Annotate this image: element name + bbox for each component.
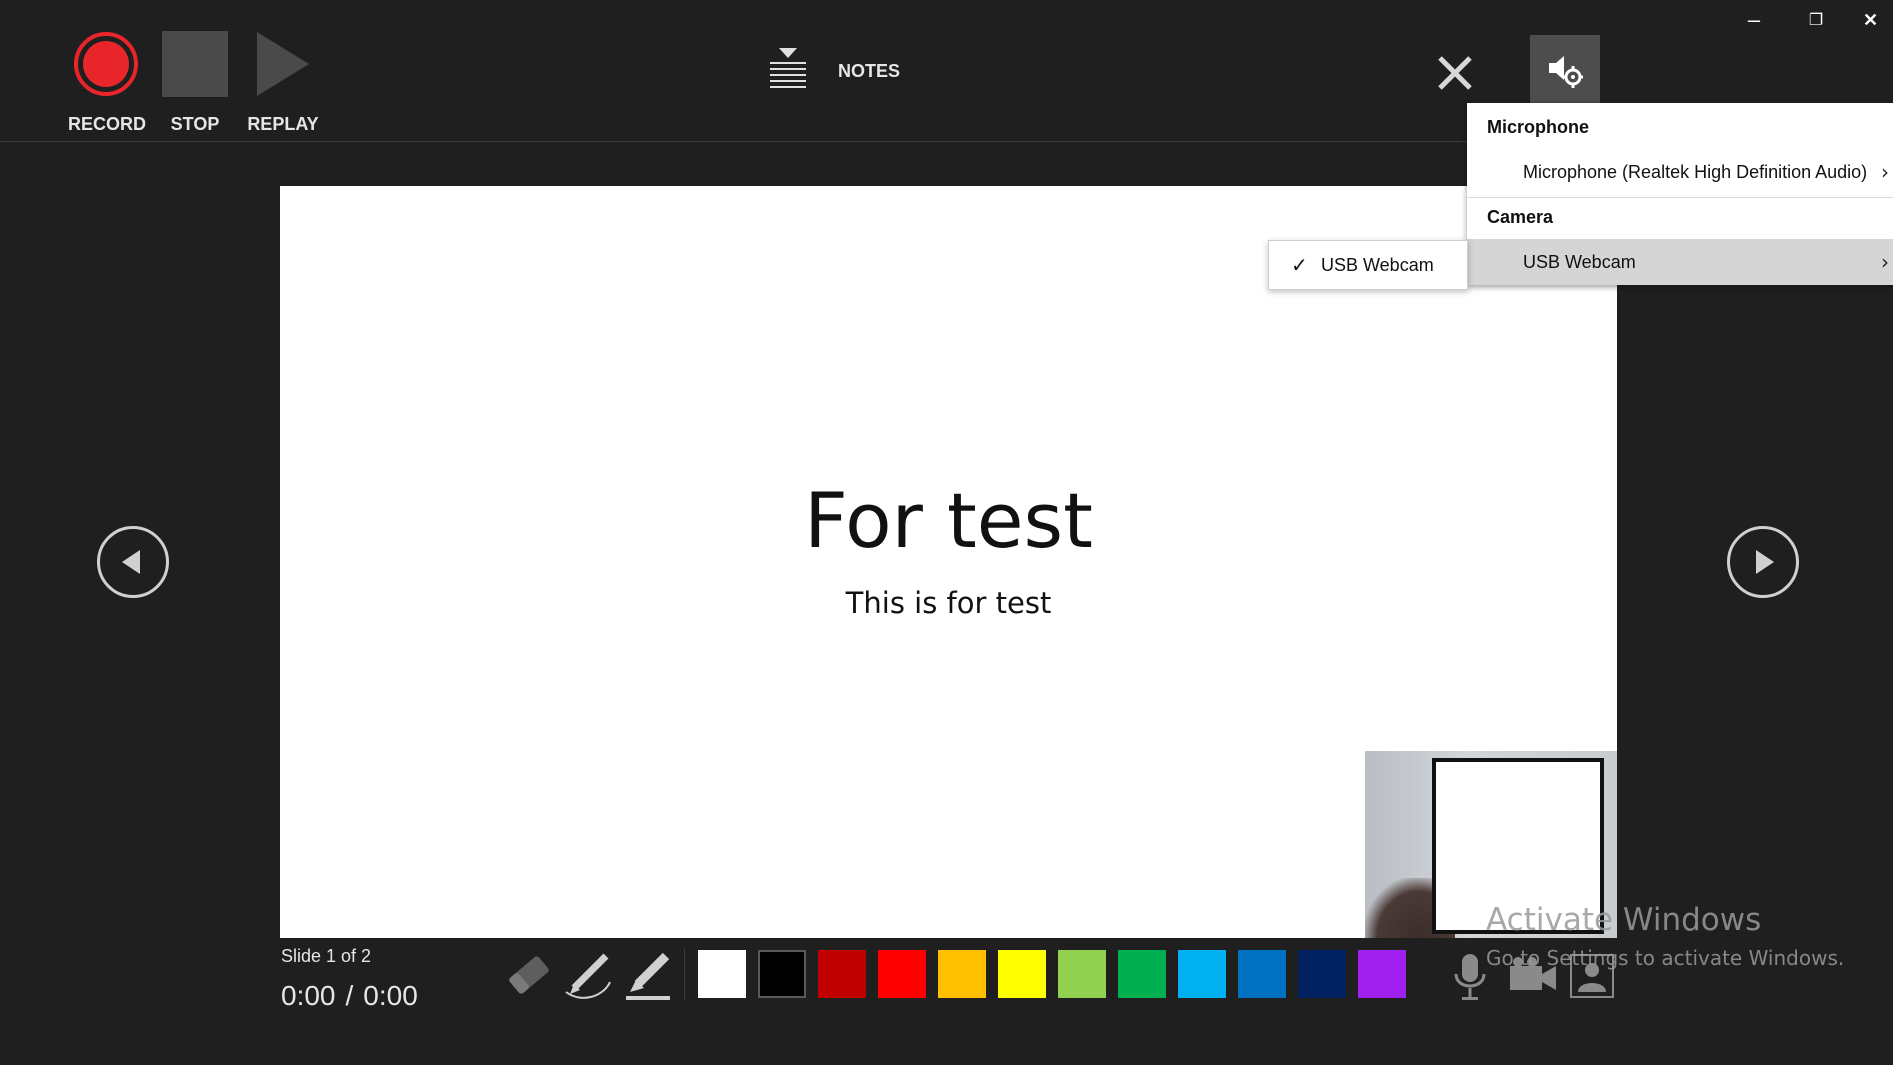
activation-watermark-subtitle: Go to Settings to activate Windows. [1486,946,1845,970]
color-swatch[interactable] [1178,950,1226,998]
camera-menu-item[interactable]: USB Webcam › [1467,239,1893,285]
minimize-button[interactable]: – [1724,0,1784,40]
microphone-toggle[interactable] [1450,952,1490,1002]
audio-settings-icon [1549,56,1583,88]
close-recording-button[interactable] [1430,48,1480,98]
record-icon [74,32,138,96]
timer: 0:00 / 0:00 [281,980,418,1012]
microphone-menu-item-label: Microphone (Realtek High Definition Audi… [1523,161,1868,182]
eraser-icon [509,956,549,994]
stop-label: STOP [170,114,220,134]
camera-submenu-label: USB Webcam [1321,254,1434,275]
replay-label: REPLAY [247,114,319,134]
microphone-menu-item[interactable]: Microphone (Realtek High Definition Audi… [1467,149,1893,195]
color-swatch[interactable] [698,950,746,998]
activation-watermark-title: Activate Windows [1486,902,1762,938]
menu-divider [1467,197,1893,198]
highlighter-icon [626,952,670,1000]
microphone-icon [1454,954,1486,1000]
record-button[interactable]: RECORD [65,26,149,136]
previous-slide-button[interactable] [97,526,169,598]
camera-header: Camera [1487,207,1554,227]
chevron-right-icon: › [1881,160,1889,184]
microphone-header: Microphone [1487,117,1589,137]
notes-button[interactable]: NOTES [765,46,915,94]
color-swatch[interactable] [1298,950,1346,998]
replay-button[interactable]: REPLAY [245,26,321,136]
slide-title: For test [804,476,1093,565]
elapsed-time: 0:00 [281,980,336,1011]
pen-icon [565,953,611,999]
notes-icon [770,48,806,88]
color-swatch[interactable] [1358,950,1406,998]
highlighter-button[interactable] [622,948,676,1002]
time-separator: / [345,980,354,1011]
record-label: RECORD [67,114,146,134]
chevron-left-icon [122,550,140,574]
audio-settings-menu: Microphone Microphone (Realtek High Defi… [1467,103,1893,285]
close-window-button[interactable]: ✕ [1848,0,1893,40]
chevron-right-icon [1756,550,1774,574]
chevron-right-icon: › [1881,250,1889,274]
color-swatch[interactable] [818,950,866,998]
notes-label: NOTES [838,61,901,81]
color-swatch[interactable] [758,950,806,998]
slide-canvas[interactable]: For test This is for test [280,186,1617,938]
restore-button[interactable]: ❐ [1786,0,1846,40]
color-swatch[interactable] [1058,950,1106,998]
pen-button[interactable] [562,948,616,1002]
play-icon [257,32,309,96]
color-swatch[interactable] [878,950,926,998]
next-slide-button[interactable] [1727,526,1799,598]
stop-button[interactable]: STOP [160,26,230,136]
close-icon [1438,56,1472,90]
color-swatch[interactable] [1118,950,1166,998]
slide-position: Slide 1 of 2 [281,946,372,966]
tool-divider [684,948,685,1000]
total-time: 0:00 [363,980,418,1011]
color-swatch[interactable] [938,950,986,998]
camera-submenu: ✓ USB Webcam [1268,240,1468,290]
eraser-button[interactable] [502,948,556,1002]
checkmark-icon: ✓ [1291,253,1308,277]
color-swatch[interactable] [1238,950,1286,998]
audio-settings-button[interactable] [1530,35,1600,103]
stop-icon [162,31,228,97]
color-swatch[interactable] [998,950,1046,998]
camera-menu-item-label: USB Webcam [1523,251,1636,272]
slide-subtitle: This is for test [845,586,1052,620]
camera-submenu-item[interactable]: ✓ USB Webcam [1269,241,1467,289]
